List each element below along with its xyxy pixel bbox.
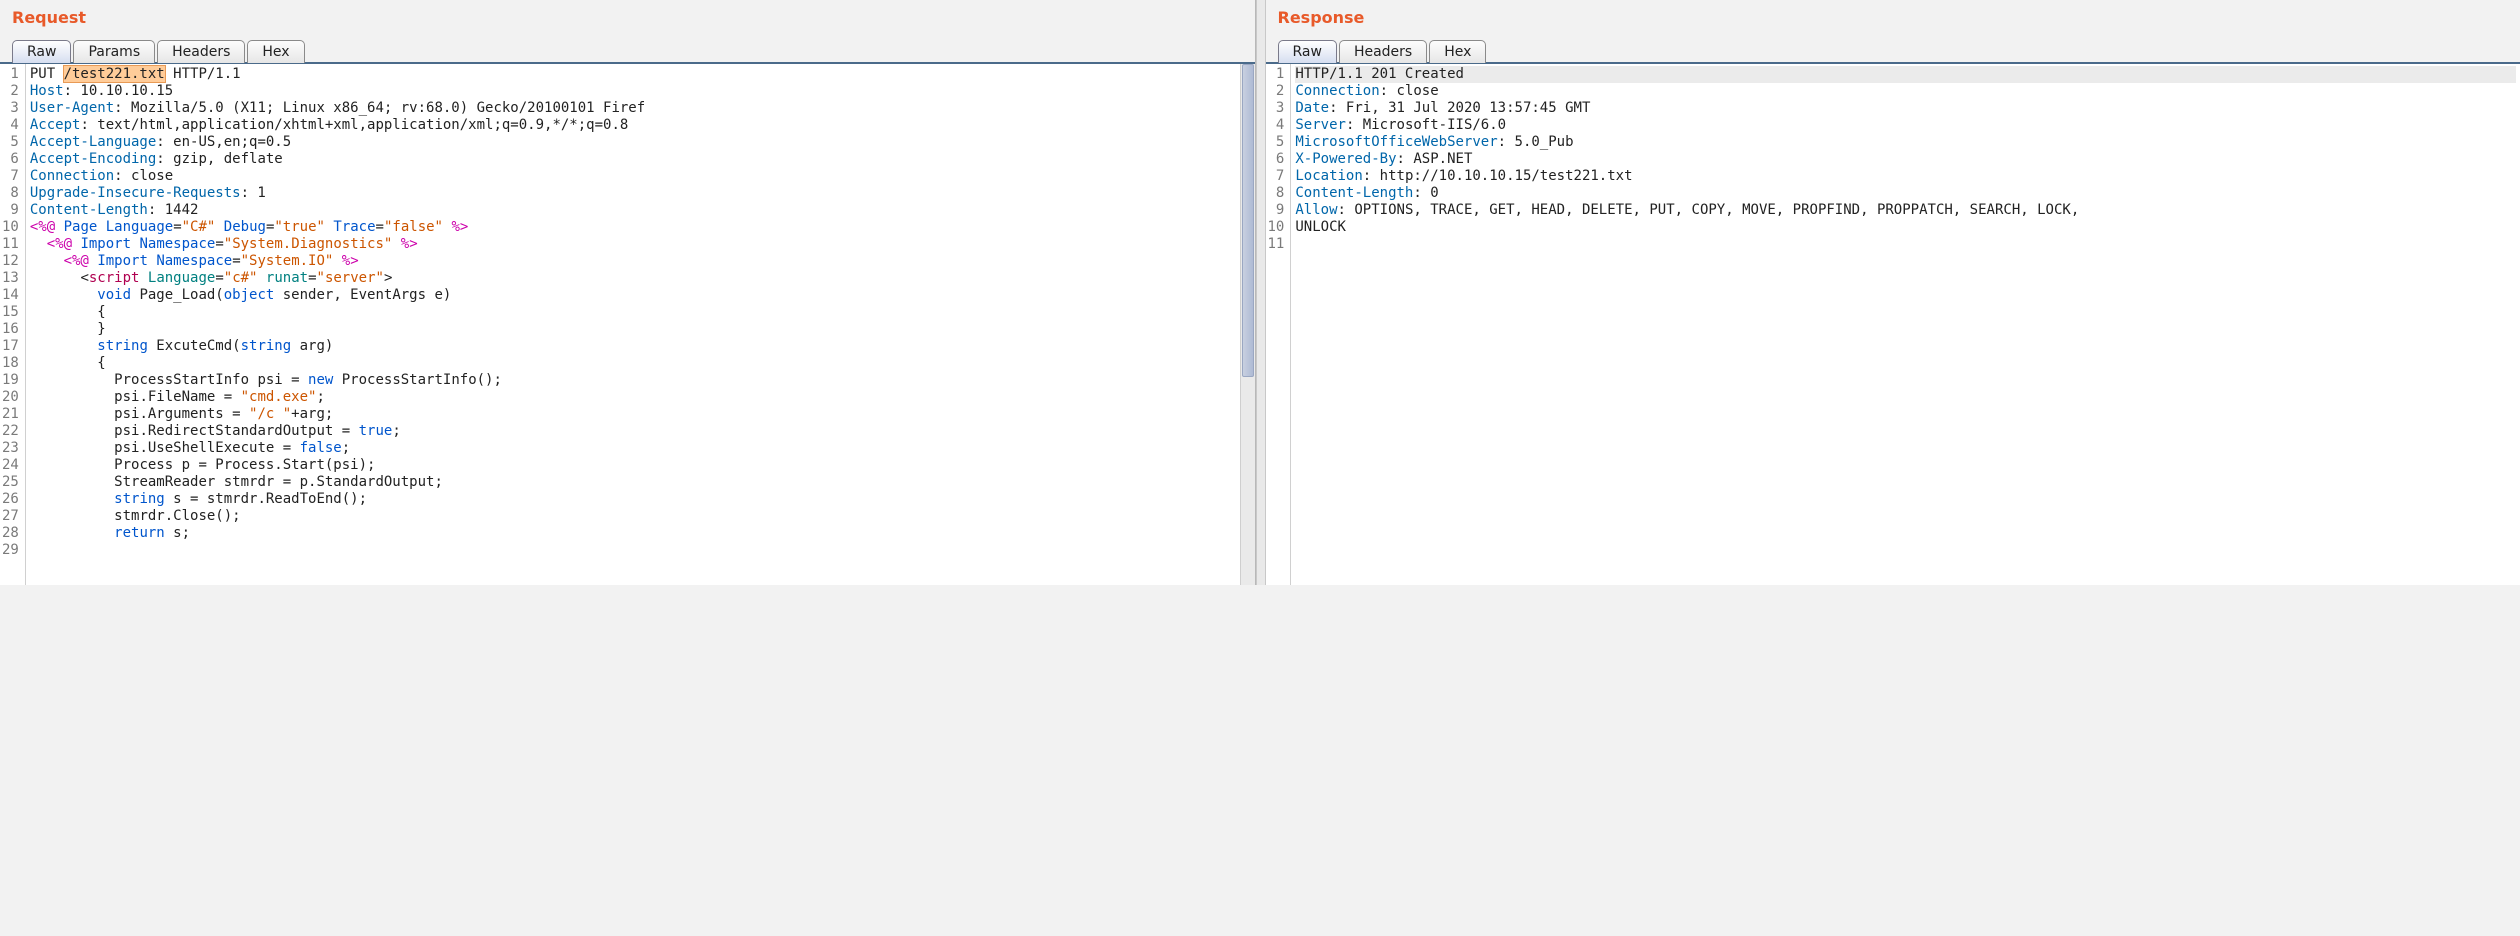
request-scroll-thumb[interactable]: [1242, 64, 1254, 377]
response-tab-headers[interactable]: Headers: [1339, 40, 1427, 63]
request-tab-raw[interactable]: Raw: [12, 40, 71, 63]
request-panel: Request RawParamsHeadersHex 1 2 3 4 5 6 …: [0, 0, 1256, 585]
response-tab-raw[interactable]: Raw: [1278, 40, 1337, 63]
response-tabs: RawHeadersHex: [1266, 31, 2520, 64]
request-gutter: 1 2 3 4 5 6 7 8 9 10 11 12 13 14 15 16 1…: [0, 64, 26, 585]
request-tab-params[interactable]: Params: [73, 40, 155, 63]
response-tab-hex[interactable]: Hex: [1429, 40, 1486, 63]
request-title: Request: [0, 0, 1255, 31]
response-gutter: 1 2 3 4 5 6 7 8 9 10 11: [1266, 64, 1292, 585]
request-tabs: RawParamsHeadersHex: [0, 31, 1255, 64]
request-code[interactable]: PUT /test221.txt HTTP/1.1Host: 10.10.10.…: [26, 64, 1240, 585]
split-divider[interactable]: [1256, 0, 1266, 585]
response-code[interactable]: HTTP/1.1 201 CreatedConnection: closeDat…: [1291, 64, 2520, 585]
request-tab-hex[interactable]: Hex: [247, 40, 304, 63]
request-tab-headers[interactable]: Headers: [157, 40, 245, 63]
request-scrollbar[interactable]: [1240, 64, 1255, 585]
response-title: Response: [1266, 0, 2520, 31]
request-editor[interactable]: 1 2 3 4 5 6 7 8 9 10 11 12 13 14 15 16 1…: [0, 64, 1255, 585]
response-panel: Response RawHeadersHex 1 2 3 4 5 6 7 8 9…: [1266, 0, 2520, 585]
response-editor[interactable]: 1 2 3 4 5 6 7 8 9 10 11 HTTP/1.1 201 Cre…: [1266, 64, 2520, 585]
split-container: Request RawParamsHeadersHex 1 2 3 4 5 6 …: [0, 0, 2520, 585]
